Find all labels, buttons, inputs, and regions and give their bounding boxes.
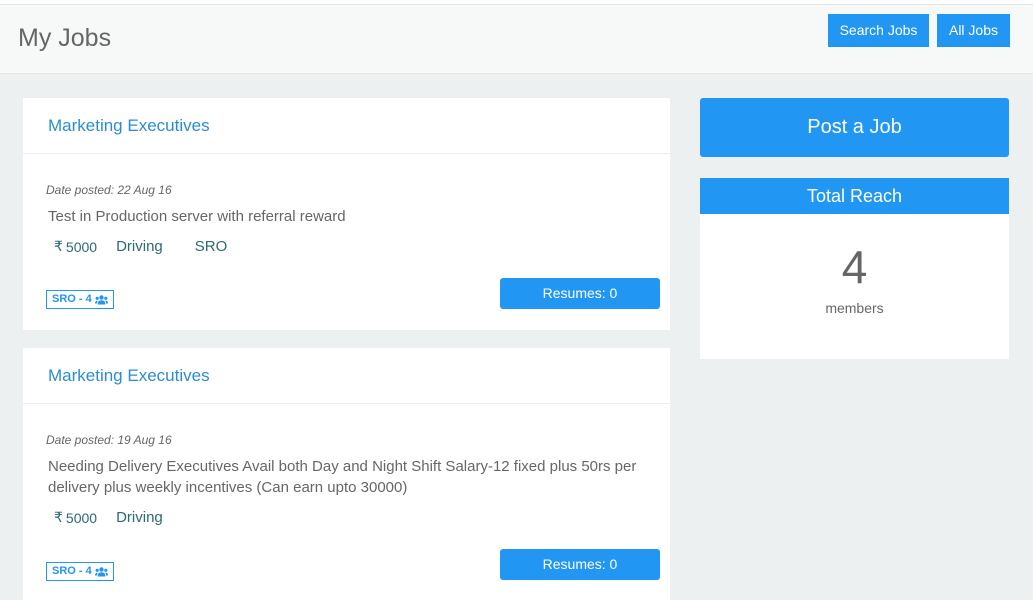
search-jobs-button[interactable]: Search Jobs	[828, 14, 929, 47]
job-meta: ₹ 5000 Driving SRO	[54, 238, 227, 255]
rupee-icon: ₹	[54, 509, 63, 525]
resumes-button[interactable]: Resumes: 0	[500, 278, 660, 309]
job-salary-value: 5000	[65, 238, 98, 255]
total-reach-panel: Total Reach 4 members	[700, 178, 1009, 359]
reach-badge: SRO - 4	[46, 290, 114, 309]
job-date-posted: Date posted: 19 Aug 16	[46, 433, 172, 447]
total-reach-count: 4	[841, 241, 868, 293]
all-jobs-button[interactable]: All Jobs	[937, 14, 1010, 47]
job-card: Marketing Executives Date posted: 22 Aug…	[23, 98, 670, 330]
rupee-icon: ₹	[54, 238, 63, 254]
job-title-link[interactable]: Marketing Executives	[48, 366, 210, 386]
job-salary: ₹ 5000	[54, 509, 97, 526]
users-icon	[94, 566, 108, 576]
job-description: Test in Production server with referral …	[48, 208, 346, 225]
job-location: SRO	[194, 238, 228, 255]
job-salary: ₹ 5000	[54, 238, 97, 255]
users-icon	[94, 294, 108, 304]
reach-badge-label: SRO - 4	[52, 565, 92, 577]
job-category: Driving	[116, 509, 163, 526]
job-card: Marketing Executives Date posted: 19 Aug…	[23, 348, 670, 600]
job-card-header: Marketing Executives	[23, 348, 670, 404]
reach-badge: SRO - 4	[46, 562, 114, 581]
job-description: Needing Delivery Executives Avail both D…	[48, 458, 637, 496]
job-category: Driving	[116, 238, 163, 255]
post-job-button[interactable]: Post a Job	[700, 98, 1009, 157]
job-title-link[interactable]: Marketing Executives	[48, 116, 210, 136]
job-card-header: Marketing Executives	[23, 98, 670, 154]
job-meta: ₹ 5000 Driving	[54, 509, 163, 526]
job-salary-value: 5000	[65, 509, 98, 526]
page-title: My Jobs	[18, 24, 112, 52]
page-header: My Jobs Search Jobs All Jobs	[0, 4, 1033, 74]
job-date-posted: Date posted: 22 Aug 16	[46, 183, 172, 197]
resumes-button[interactable]: Resumes: 0	[500, 549, 660, 580]
total-reach-unit: members	[825, 300, 884, 316]
reach-badge-label: SRO - 4	[52, 293, 92, 305]
total-reach-title: Total Reach	[700, 178, 1009, 214]
